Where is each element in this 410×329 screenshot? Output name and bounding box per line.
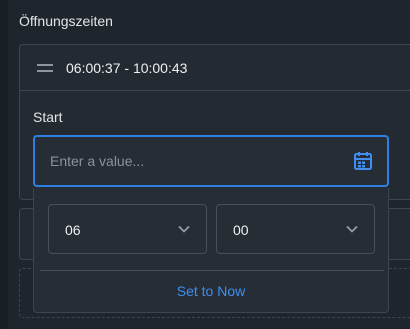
chevron-down-icon [346,225,358,233]
time-picker-popover: 06 00 Set to Now [33,188,389,313]
page: Öffnungszeiten 06:00:37 - 10:00:43 Start… [0,0,410,329]
range-item-header[interactable]: 06:00:37 - 10:00:43 [20,45,410,91]
hours-value: 06 [65,222,81,238]
start-time-input[interactable] [33,135,389,187]
section-label: Öffnungszeiten [19,13,113,29]
chevron-down-icon [178,225,190,233]
calendar-icon[interactable] [352,150,374,172]
start-label: Start [33,109,63,125]
hours-select[interactable]: 06 [48,204,207,254]
minutes-select[interactable]: 00 [216,204,375,254]
divider [40,270,384,271]
range-value: 06:00:37 - 10:00:43 [66,60,188,76]
minutes-value: 00 [233,222,249,238]
left-rail [0,0,8,329]
drag-handle-icon[interactable] [37,64,53,72]
set-to-now-button[interactable]: Set to Now [34,283,388,299]
